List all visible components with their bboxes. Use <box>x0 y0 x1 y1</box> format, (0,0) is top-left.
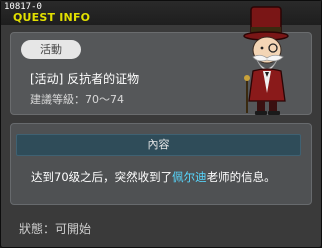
quest-description: 达到70级之后，突然收到了佩尔迪老师的信息。 <box>31 169 276 185</box>
content-header: 內容 <box>16 134 301 156</box>
quest-status: 狀態：可開始 <box>19 222 92 236</box>
quest-info-window: 10817-0 QUEST INFO 活動 [活动] 反抗者的证物 建議等級：7… <box>0 0 322 248</box>
npc-professor-icon <box>243 6 289 115</box>
event-badge: 活動 <box>21 40 81 59</box>
description-text-start: 达到70级之后，突然收到了 <box>31 170 173 184</box>
level-requirement: 建議等級：70～74 <box>30 93 124 106</box>
npc-name-highlight: 佩尔迪 <box>172 170 207 184</box>
quest-name: [活动] 反抗者的证物 <box>30 72 140 86</box>
description-text-end: 老师的信息。 <box>206 170 276 184</box>
window-title: QUEST INFO <box>13 11 91 24</box>
